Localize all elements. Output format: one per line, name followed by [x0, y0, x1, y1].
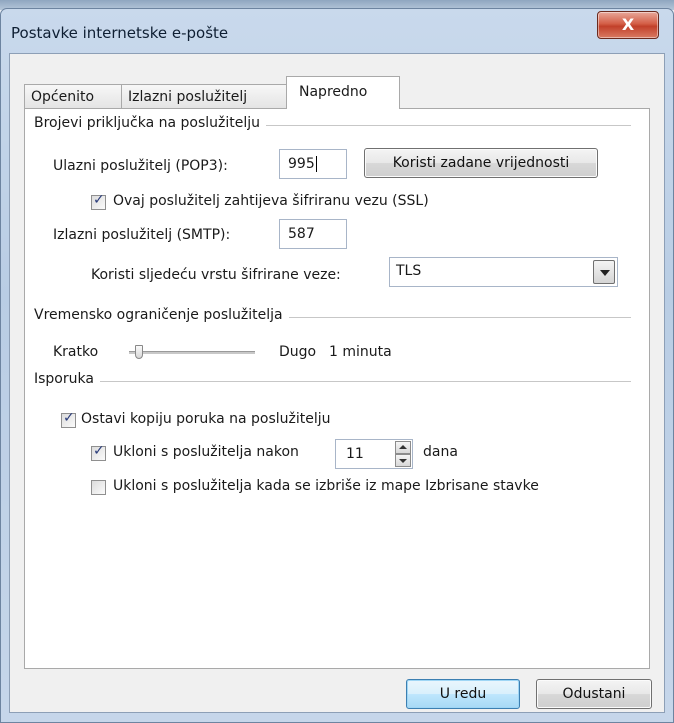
- ssl-checkbox[interactable]: ✓: [91, 192, 106, 210]
- remove-after-checkbox[interactable]: ✓: [91, 443, 106, 461]
- tab-outgoing-server[interactable]: Izlazni poslužitelj: [121, 84, 287, 108]
- check-icon: ✓: [93, 443, 105, 459]
- check-icon: ✓: [63, 410, 75, 426]
- timeout-short-label: Kratko: [53, 344, 99, 360]
- ports-group-title: Brojevi priključka na poslužitelju: [34, 115, 267, 131]
- remove-after-label: Ukloni s poslužitelja nakon: [113, 444, 299, 460]
- ssl-label: Ovaj poslužitelj zahtijeva šifriranu vez…: [113, 193, 429, 209]
- timeout-value-label: 1 minuta: [329, 344, 392, 360]
- leave-copy-label: Ostavi kopiju poruka na poslužitelju: [81, 411, 331, 427]
- remove-after-days-stepper[interactable]: 11: [335, 439, 413, 469]
- check-icon: ✓: [93, 192, 105, 208]
- use-defaults-label: Koristi zadane vrijednosti: [392, 155, 570, 171]
- ok-button-label: U redu: [439, 686, 487, 702]
- incoming-port-input[interactable]: 995: [279, 149, 347, 179]
- days-label: dana: [423, 444, 458, 460]
- text-caret: [315, 156, 317, 172]
- spin-up-icon[interactable]: [395, 441, 411, 454]
- tab-general-label: Općenito: [31, 89, 95, 105]
- tab-general[interactable]: Općenito: [24, 84, 122, 108]
- advanced-tab-panel: Brojevi priključka na poslužitelju Ulazn…: [24, 108, 650, 669]
- dialog-client-area: Općenito Izlazni poslužitelj Napredno Br…: [9, 53, 665, 713]
- dialog-window: Postavke internetske e-pošte X Općenito …: [0, 8, 674, 723]
- outgoing-port-label: Izlazni poslužitelj (SMTP):: [53, 227, 231, 243]
- delivery-group-title: Isporuka: [34, 371, 100, 387]
- remove-deleted-label: Ukloni s poslužitelja kada se izbriše iz…: [113, 478, 539, 494]
- window-title: Postavke internetske e-pošte: [11, 24, 229, 42]
- tab-advanced-label: Napredno: [299, 84, 368, 100]
- cancel-button[interactable]: Odustani: [536, 679, 652, 709]
- use-defaults-button[interactable]: Koristi zadane vrijednosti: [364, 148, 598, 178]
- ok-button[interactable]: U redu: [406, 679, 520, 709]
- tab-advanced[interactable]: Napredno: [286, 76, 400, 109]
- incoming-port-value: 995: [288, 156, 315, 172]
- leave-copy-checkbox[interactable]: ✓: [61, 410, 76, 428]
- title-bar[interactable]: Postavke internetske e-pošte X: [1, 9, 673, 55]
- delivery-group-line: [35, 381, 631, 383]
- incoming-port-label: Ulazni poslužitelj (POP3):: [53, 158, 228, 174]
- encryption-type-value: TLS: [396, 263, 422, 279]
- tab-outgoing-server-label: Izlazni poslužitelj: [128, 89, 248, 105]
- timeout-long-label: Dugo: [279, 344, 317, 360]
- spin-down-icon[interactable]: [395, 454, 411, 467]
- cancel-button-label: Odustani: [562, 686, 626, 702]
- close-icon: X: [621, 15, 635, 34]
- encryption-type-label: Koristi sljedeću vrstu šifrirane veze:: [91, 267, 341, 283]
- remove-after-days-value: 11: [346, 446, 364, 462]
- timeout-slider-track[interactable]: [129, 351, 255, 354]
- remove-deleted-checkbox[interactable]: [91, 480, 106, 495]
- outgoing-port-input[interactable]: 587: [279, 219, 347, 249]
- timeout-slider-thumb[interactable]: [134, 345, 143, 359]
- chevron-down-icon[interactable]: [593, 260, 615, 284]
- outgoing-port-value: 587: [288, 226, 315, 242]
- close-button[interactable]: X: [597, 11, 659, 39]
- encryption-type-select[interactable]: TLS: [389, 257, 618, 287]
- timeout-group-title: Vremensko ograničenje poslužitelja: [34, 307, 289, 323]
